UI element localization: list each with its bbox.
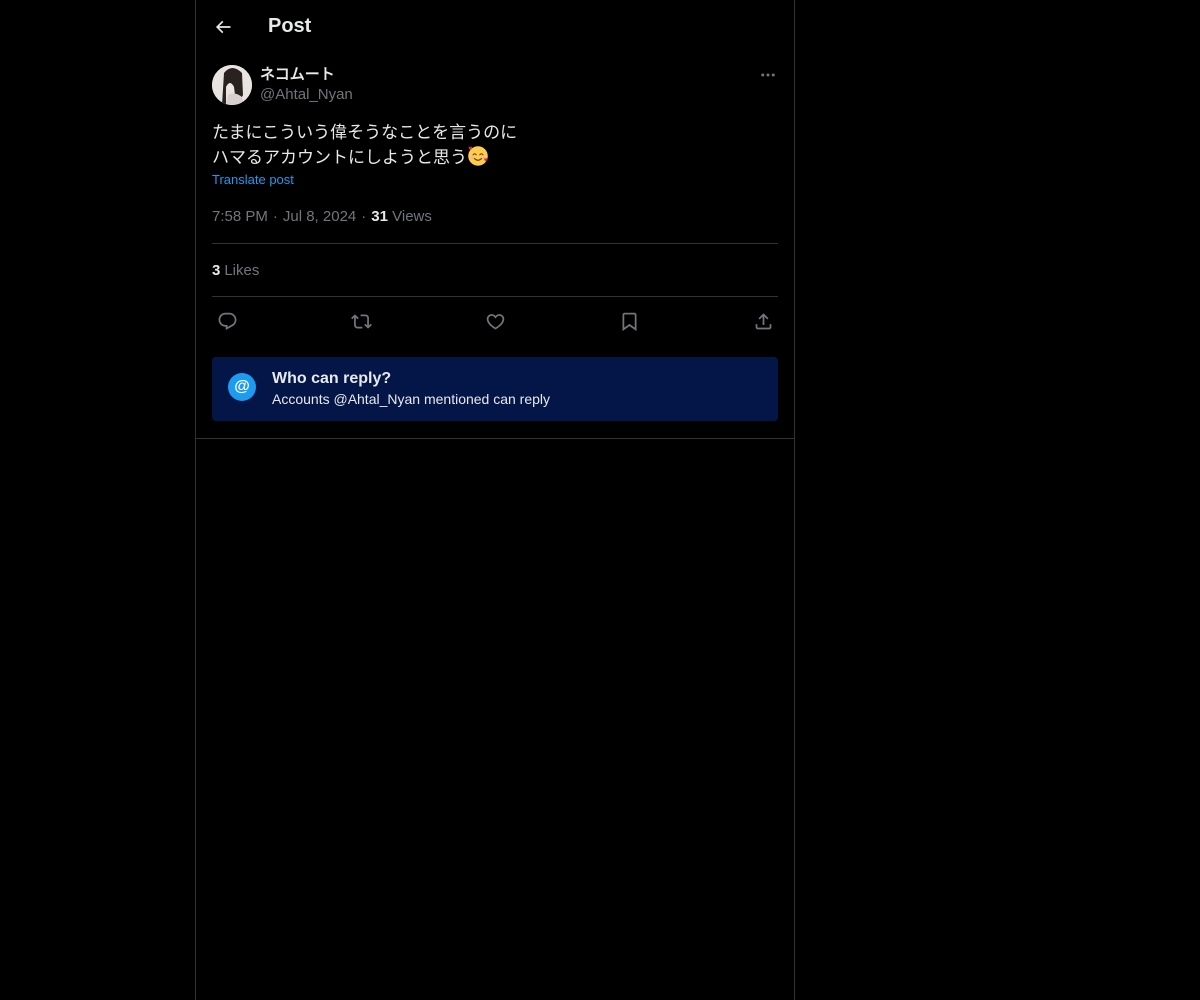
reply-restriction-title: Who can reply? xyxy=(272,370,392,387)
author-handle[interactable]: @Ahtal_Nyan xyxy=(260,85,353,105)
repost-icon xyxy=(350,313,372,329)
likes-label: Likes xyxy=(224,261,260,279)
main-column: Post ネコムート @Ahtal_Nyan たまにこういう偉そうなことを言うの… xyxy=(195,0,795,1000)
arrow-left-icon xyxy=(215,20,231,33)
post-meta: 7:58 PM · Jul 8, 2024 · 31 Views xyxy=(212,208,432,225)
divider xyxy=(196,438,794,439)
page-title: Post xyxy=(268,15,312,37)
reply-restriction-notice: @ Who can reply? Accounts @Ahtal_Nyan me… xyxy=(212,357,778,421)
bookmark-icon xyxy=(622,312,636,331)
more-horizontal-icon xyxy=(761,73,775,77)
avatar-image xyxy=(212,65,252,105)
smiling-face-with-hearts-emoji xyxy=(468,146,488,166)
author-info: ネコムート @Ahtal_Nyan xyxy=(260,65,353,105)
likes-count: 3 xyxy=(212,261,221,279)
post-text-line-2: ハマるアカウントにしようと思う xyxy=(212,148,467,167)
post-actions xyxy=(212,297,778,345)
repost-button[interactable] xyxy=(350,310,372,332)
translate-post-link[interactable]: Translate post xyxy=(212,172,294,187)
share-button[interactable] xyxy=(752,310,774,332)
avatar[interactable] xyxy=(212,65,252,105)
post-text-line-1: たまにこういう偉そうなことを言うのに xyxy=(212,123,518,142)
post-detail: ネコムート @Ahtal_Nyan たまにこういう偉そうなことを言うのに ハマる… xyxy=(196,53,794,421)
reply-icon xyxy=(218,312,236,330)
views-label: Views xyxy=(392,208,432,225)
post-text: たまにこういう偉そうなことを言うのに ハマるアカウントにしようと思う xyxy=(212,121,778,170)
like-button[interactable] xyxy=(484,310,506,332)
likes-row[interactable]: 3 Likes xyxy=(212,244,778,296)
post-date[interactable]: Jul 8, 2024 xyxy=(283,208,356,225)
reply-restriction-subtitle: Accounts @Ahtal_Nyan mentioned can reply xyxy=(272,391,551,407)
like-icon xyxy=(486,313,504,330)
page-header: Post xyxy=(196,0,794,53)
views-count: 31 xyxy=(371,208,388,225)
bookmark-button[interactable] xyxy=(618,310,640,332)
more-options-button[interactable] xyxy=(758,67,778,83)
reply-restriction-text: Who can reply? Accounts @Ahtal_Nyan ment… xyxy=(272,368,550,410)
at-sign-icon: @ xyxy=(228,373,256,401)
post-time[interactable]: 7:58 PM xyxy=(212,208,268,225)
author-display-name[interactable]: ネコムート xyxy=(260,65,353,85)
author-row: ネコムート @Ahtal_Nyan xyxy=(212,53,778,105)
reply-button[interactable] xyxy=(216,310,238,332)
back-button[interactable] xyxy=(212,16,234,38)
share-icon xyxy=(755,312,771,329)
